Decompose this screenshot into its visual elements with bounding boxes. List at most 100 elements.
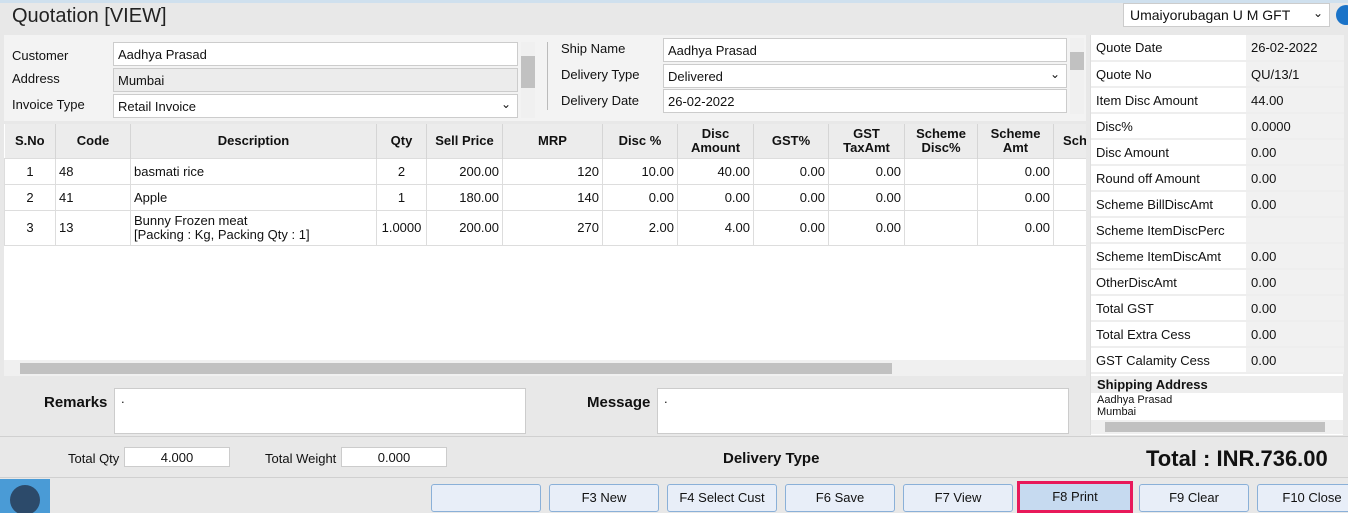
cell-empty — [1053, 183, 1086, 211]
message-field[interactable]: . — [657, 388, 1069, 434]
total-weight-label: Total Weight — [265, 451, 337, 466]
cell-disc: 2.00 — [602, 209, 678, 246]
print-button[interactable]: F8 Print — [1017, 481, 1133, 513]
summary-value: 0.00 — [1246, 243, 1344, 270]
col-disc-amount[interactable]: Disc Amount — [677, 124, 754, 158]
description-text: Apple — [134, 189, 168, 205]
summary-row: GST Calamity Cess 0.00 — [1091, 347, 1344, 374]
customer-field[interactable]: Aadhya Prasad — [113, 42, 518, 66]
scroll-thumb[interactable] — [1105, 422, 1325, 432]
delivery-type-label: Delivery Type — [561, 67, 640, 82]
table-row[interactable]: 3 13 Bunny Frozen meat [Packing : Kg, Packi… — [4, 209, 1086, 246]
customer-label: Customer — [12, 48, 69, 63]
table-row[interactable]: 2 41 Apple 1 180.00 140 0.00 0.00 0.00 0.00 0.00 — [4, 183, 1086, 211]
ship-scrollbar[interactable] — [1070, 38, 1084, 114]
summary-row: Quote No QU/13/1 — [1091, 61, 1344, 88]
cell-sno: 1 — [4, 157, 56, 185]
chevron-down-icon: ⌄ — [500, 97, 511, 111]
save-button[interactable]: F6 Save — [785, 484, 895, 512]
cell-code: 41 — [55, 183, 131, 211]
summary-label: Scheme ItemDiscPerc — [1091, 217, 1246, 244]
col-gst-pct[interactable]: GST% — [753, 124, 829, 158]
summary-label: Scheme BillDiscAmt — [1091, 191, 1246, 218]
col-scheme-amt[interactable]: Scheme Amt — [977, 124, 1054, 158]
col-scheme-other[interactable]: Sch Ot — [1053, 124, 1086, 158]
delivery-date-field[interactable]: 26-02-2022 — [663, 89, 1067, 113]
cell-gsttax: 0.00 — [828, 183, 905, 211]
col-sno[interactable]: S.No — [4, 124, 56, 158]
total-qty-label: Total Qty — [68, 451, 120, 466]
address-field[interactable]: Mumbai — [113, 68, 518, 92]
col-disc-pct[interactable]: Disc % — [602, 124, 678, 158]
grid-horizontal-scrollbar[interactable] — [4, 360, 1086, 376]
delivery-type-value: Delivered — [668, 69, 723, 84]
new-button[interactable]: F3 New — [549, 484, 659, 512]
invoice-type-label: Invoice Type — [12, 97, 85, 112]
summary-label: OtherDiscAmt — [1091, 269, 1246, 296]
summary-value: 0.00 — [1246, 191, 1344, 218]
remarks-label: Remarks — [44, 394, 108, 411]
col-qty[interactable]: Qty — [376, 124, 427, 158]
scroll-thumb[interactable] — [1070, 52, 1084, 70]
chevron-down-icon: ⌄ — [1312, 6, 1323, 20]
user-icon[interactable] — [1336, 5, 1348, 25]
summary-row: Round off Amount 0.00 — [1091, 165, 1344, 192]
summary-label: Quote No — [1091, 61, 1246, 88]
branch-select[interactable]: Umaiyorubagan U M GFT ⌄ — [1123, 3, 1330, 27]
delivery-type-footer: Delivery Type — [723, 450, 820, 467]
cell-gst: 0.00 — [753, 209, 829, 246]
invoice-type-value: Retail Invoice — [118, 99, 197, 114]
invoice-type-select[interactable]: Retail Invoice ⌄ — [113, 94, 518, 118]
total-weight-field[interactable]: 0.000 — [341, 447, 447, 467]
cell-schamt: 0.00 — [977, 183, 1054, 211]
cell-sell: 200.00 — [426, 157, 503, 185]
col-mrp[interactable]: MRP — [502, 124, 603, 158]
close-button[interactable]: F10 Close — [1257, 484, 1348, 512]
summary-value: 0.0000 — [1246, 113, 1344, 140]
shipping-scrollbar[interactable] — [1091, 420, 1343, 434]
cell-schamt: 0.00 — [977, 209, 1054, 246]
summary-row: Scheme BillDiscAmt 0.00 — [1091, 191, 1344, 218]
summary-value: 0.00 — [1246, 139, 1344, 166]
clear-button[interactable]: F9 Clear — [1139, 484, 1249, 512]
select-customer-button[interactable]: F4 Select Cust — [667, 484, 777, 512]
summary-value: 44.00 — [1246, 87, 1344, 114]
cell-mrp: 140 — [502, 183, 603, 211]
cell-discamt: 40.00 — [677, 157, 754, 185]
summary-label: Scheme ItemDiscAmt — [1091, 243, 1246, 270]
summary-row: Scheme ItemDiscPerc — [1091, 217, 1344, 244]
summary-label: Total Extra Cess — [1091, 321, 1246, 348]
blank-button[interactable] — [431, 484, 541, 512]
summary-row: Total Extra Cess 0.00 — [1091, 321, 1344, 348]
col-description[interactable]: Description — [130, 124, 377, 158]
cell-code: 13 — [55, 209, 131, 246]
branch-value: Umaiyorubagan U M GFT — [1130, 7, 1291, 23]
ship-name-field[interactable]: Aadhya Prasad — [663, 38, 1067, 62]
summary-panel: Quote Date 26-02-2022 Quote No QU/13/1 Item … — [1090, 35, 1344, 435]
col-scheme-disc[interactable]: Scheme Disc% — [904, 124, 978, 158]
col-gst-taxamt[interactable]: GST TaxAmt — [828, 124, 905, 158]
divider — [0, 477, 1348, 478]
scroll-thumb[interactable] — [521, 56, 535, 88]
cell-qty: 1 — [376, 183, 427, 211]
summary-row: Scheme ItemDiscAmt 0.00 — [1091, 243, 1344, 270]
cell-desc: basmati rice — [130, 157, 377, 185]
col-code[interactable]: Code — [55, 124, 131, 158]
divider — [547, 42, 548, 110]
view-button[interactable]: F7 View — [903, 484, 1013, 512]
remarks-field[interactable]: . — [114, 388, 526, 434]
summary-label: Quote Date — [1091, 35, 1246, 62]
total-qty-field[interactable]: 4.000 — [124, 447, 230, 467]
delivery-type-select[interactable]: Delivered ⌄ — [663, 64, 1067, 88]
avatar[interactable] — [0, 479, 50, 513]
cell-schamt: 0.00 — [977, 157, 1054, 185]
col-sell-price[interactable]: Sell Price — [426, 124, 503, 158]
scroll-thumb[interactable] — [20, 363, 892, 374]
summary-label: Disc Amount — [1091, 139, 1246, 166]
summary-value — [1246, 217, 1344, 244]
description-packing: [Packing : Kg, Packing Qty : 1] — [134, 226, 310, 242]
header-scrollbar[interactable] — [521, 42, 535, 118]
summary-value: 0.00 — [1246, 347, 1344, 374]
table-row[interactable]: 1 48 basmati rice 2 200.00 120 10.00 40.00 0.00 0… — [4, 157, 1086, 185]
shipping-address: Aadhya Prasad Mumbai — [1091, 393, 1343, 420]
